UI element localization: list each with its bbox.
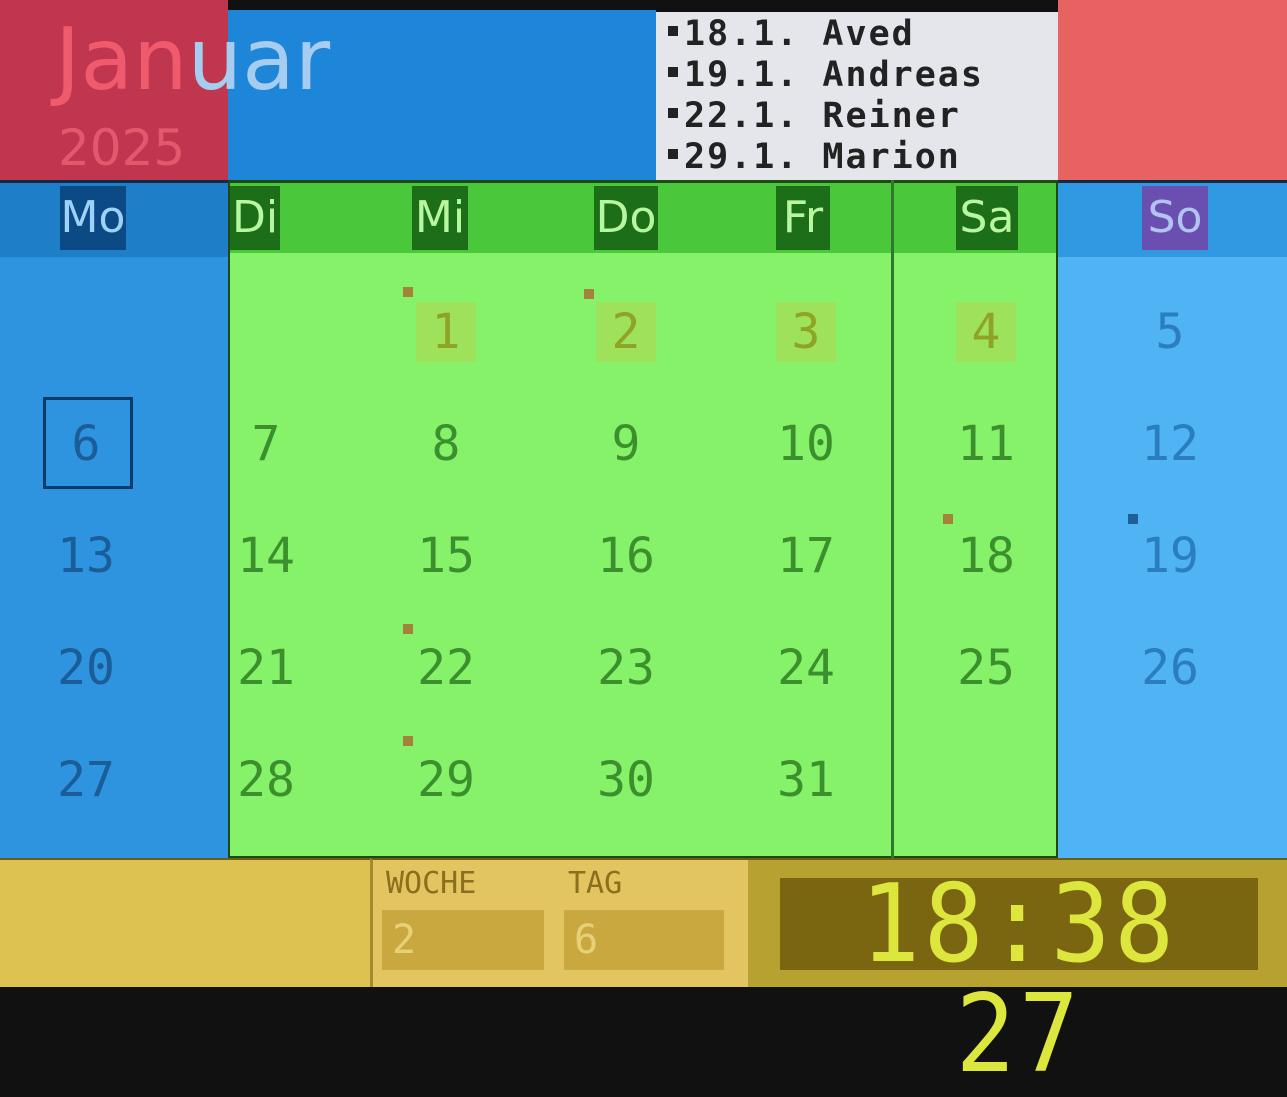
event-text: 29.1. Marion bbox=[684, 137, 961, 177]
event-marker-icon bbox=[403, 287, 413, 297]
event-text: 19.1. Andreas bbox=[684, 55, 984, 95]
day-cell[interactable]: 29 bbox=[391, 750, 501, 810]
event-item: 18.1. Aved bbox=[668, 14, 1058, 55]
event-text: 22.1. Reiner bbox=[684, 96, 961, 136]
bullet-icon bbox=[668, 67, 678, 77]
day-cell[interactable]: 31 bbox=[751, 750, 861, 810]
bullet-icon bbox=[668, 26, 678, 36]
header-corner-panel bbox=[1058, 0, 1287, 180]
day-cell[interactable]: 9 bbox=[571, 414, 681, 474]
event-item: 19.1. Andreas bbox=[668, 55, 1058, 96]
day-cell[interactable]: 4 bbox=[956, 302, 1016, 362]
event-text: 18.1. Aved bbox=[684, 14, 915, 54]
day-cell[interactable]: 2 bbox=[596, 302, 656, 362]
event-marker-icon bbox=[943, 514, 953, 524]
day-cell[interactable]: 24 bbox=[751, 638, 861, 698]
event-marker-icon bbox=[584, 289, 594, 299]
day-value: 6 bbox=[564, 910, 724, 970]
weekday-header-mo: Mo bbox=[60, 186, 126, 250]
footer-left-panel bbox=[0, 858, 370, 987]
day-cell[interactable]: 25 bbox=[931, 638, 1041, 698]
month-title-part-b: uar bbox=[187, 10, 331, 110]
event-marker-icon bbox=[403, 624, 413, 634]
month-title: Januar bbox=[55, 10, 330, 110]
month-title-part-a: Jan bbox=[55, 10, 188, 110]
weekday-header-so: So bbox=[1142, 186, 1208, 250]
day-cell[interactable]: 3 bbox=[776, 302, 836, 362]
day-cell[interactable]: 27 bbox=[31, 750, 141, 810]
day-cell[interactable]: 12 bbox=[1115, 414, 1225, 474]
day-cell[interactable]: 18 bbox=[931, 526, 1041, 586]
weekday-header-sa: Sa bbox=[956, 186, 1018, 250]
bullet-icon bbox=[668, 149, 678, 159]
weekday-header-mi: Mi bbox=[412, 186, 468, 250]
day-cell[interactable]: 28 bbox=[211, 750, 321, 810]
day-cell[interactable]: 19 bbox=[1115, 526, 1225, 586]
day-cell[interactable]: 22 bbox=[391, 638, 501, 698]
day-cell[interactable]: 1 bbox=[416, 302, 476, 362]
day-label: TAG bbox=[568, 866, 623, 901]
day-cell[interactable]: 21 bbox=[211, 638, 321, 698]
day-cell[interactable]: 8 bbox=[391, 414, 501, 474]
day-cell[interactable]: 13 bbox=[31, 526, 141, 586]
week-label: WOCHE bbox=[386, 866, 477, 901]
day-cell[interactable]: 30 bbox=[571, 750, 681, 810]
day-cell[interactable]: 11 bbox=[931, 414, 1041, 474]
day-cell[interactable]: 14 bbox=[211, 526, 321, 586]
event-marker-icon bbox=[403, 736, 413, 746]
birthday-list: 18.1. Aved 19.1. Andreas 22.1. Reiner 29… bbox=[656, 12, 1058, 180]
day-cell[interactable]: 17 bbox=[751, 526, 861, 586]
week-value: 2 bbox=[382, 910, 544, 970]
day-cell[interactable]: 10 bbox=[751, 414, 861, 474]
day-cell[interactable]: 16 bbox=[571, 526, 681, 586]
weekday-header-di: Di bbox=[230, 186, 280, 250]
year-label: 2025 bbox=[58, 119, 186, 177]
saturday-divider bbox=[891, 180, 894, 858]
sunday-column bbox=[1058, 180, 1287, 858]
day-cell[interactable]: 23 bbox=[571, 638, 681, 698]
day-cell[interactable]: 5 bbox=[1115, 302, 1225, 362]
day-cell[interactable]: 26 bbox=[1115, 638, 1225, 698]
weekday-header-do: Do bbox=[594, 186, 658, 250]
event-marker-icon bbox=[1128, 514, 1138, 524]
bullet-icon bbox=[668, 108, 678, 118]
weekday-header-fr: Fr bbox=[776, 186, 830, 250]
day-cell[interactable]: 20 bbox=[31, 638, 141, 698]
day-cell[interactable]: 6 bbox=[31, 414, 141, 474]
digital-clock: 18:38 27 bbox=[860, 862, 1178, 1097]
event-item: 29.1. Marion bbox=[668, 137, 1058, 178]
event-item: 22.1. Reiner bbox=[668, 96, 1058, 137]
day-cell[interactable]: 7 bbox=[211, 414, 321, 474]
day-cell[interactable]: 15 bbox=[391, 526, 501, 586]
